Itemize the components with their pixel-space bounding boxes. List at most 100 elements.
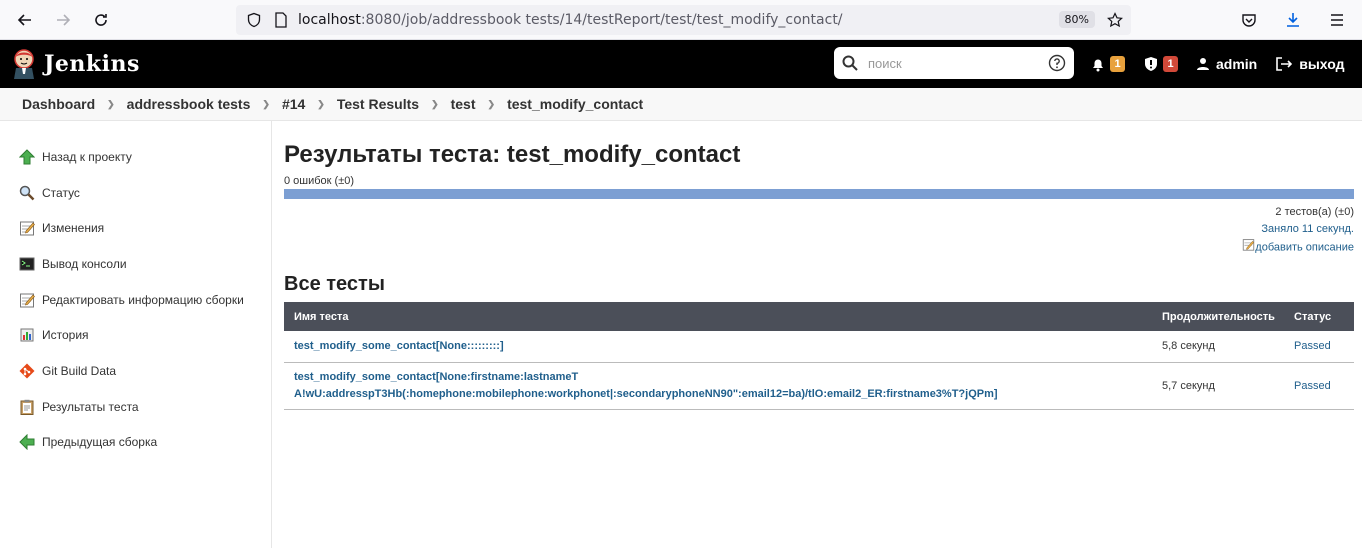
breadcrumb-test-results[interactable]: Test Results: [337, 96, 419, 112]
url-path: :8080/job/addressbook tests/14/testRepor…: [360, 12, 843, 28]
test-name-cell: test_modify_some_contact[None:::::::::]: [284, 331, 1152, 363]
back-arrow-icon: [17, 13, 31, 26]
reload-button[interactable]: [86, 5, 116, 35]
column-header-duration[interactable]: Продолжительность: [1152, 302, 1284, 331]
history-icon: [18, 326, 36, 344]
browser-toolbar: localhost:8080/job/addressbook tests/14/…: [0, 0, 1362, 40]
sidebar-item-history[interactable]: История: [0, 317, 271, 353]
clipboard-icon: [18, 398, 36, 416]
result-summary: 2 тестов(а) (±0) Заняло 11 секунд. добав…: [284, 204, 1354, 257]
notifications-button[interactable]: 1: [1090, 56, 1125, 72]
sidebar-item-label: Вывод консоли: [42, 256, 127, 271]
table-header-row: Имя теста Продолжительность Статус: [284, 302, 1354, 331]
sidebar-item-back-to-project[interactable]: Назад к проекту: [0, 139, 271, 175]
jenkins-header: Jenkins 1 1 admin выход: [0, 40, 1362, 88]
user-icon: [1197, 58, 1209, 70]
back-button[interactable]: [10, 5, 40, 35]
notifications-badge: 1: [1110, 56, 1125, 72]
download-icon: [1287, 13, 1299, 27]
help-icon[interactable]: [1048, 54, 1066, 72]
sidebar-item-git-build-data[interactable]: Git Build Data: [0, 353, 271, 389]
breadcrumb-job[interactable]: addressbook tests: [127, 96, 251, 112]
breadcrumb-separator-icon: ❯: [262, 98, 270, 109]
zoom-level[interactable]: 80%: [1058, 11, 1095, 28]
logout-icon: [1276, 57, 1293, 71]
left-arrow-icon: [18, 433, 36, 451]
duration-link[interactable]: Заняло 11 секунд.: [1261, 223, 1354, 235]
sidebar-item-label: Результаты теста: [42, 399, 139, 414]
header-actions: 1 1 admin выход: [1090, 40, 1362, 88]
downloads-button[interactable]: [1278, 5, 1308, 35]
sidebar-item-label: Статус: [42, 185, 80, 200]
breadcrumb-package[interactable]: test: [451, 96, 476, 112]
breadcrumb-separator-icon: ❯: [487, 98, 496, 109]
address-bar[interactable]: localhost:8080/job/addressbook tests/14/…: [236, 5, 1131, 35]
column-header-test-name[interactable]: Имя теста: [284, 302, 1152, 331]
jenkins-butler-icon: [14, 49, 34, 79]
sidebar: Назад к проекту Статус Изменения Вывод к…: [0, 121, 272, 548]
sidebar-item-previous-build[interactable]: Предыдущая сборка: [0, 425, 271, 461]
logout-label: выход: [1299, 56, 1345, 72]
logout-button[interactable]: выход: [1275, 56, 1345, 72]
sidebar-item-label: Предыдущая сборка: [42, 435, 158, 450]
search-icon: [842, 55, 858, 71]
bookmark-star-icon[interactable]: [1107, 12, 1123, 28]
security-badge: 1: [1163, 56, 1178, 72]
sidebar-item-test-results[interactable]: Результаты теста: [0, 389, 271, 425]
duration-cell: 5,8 секунд: [1152, 331, 1284, 363]
search-input[interactable]: [868, 55, 1038, 71]
security-button[interactable]: 1: [1143, 56, 1178, 72]
table-row: test_modify_some_contact[None:firstname:…: [284, 362, 1354, 410]
up-arrow-icon: [18, 148, 36, 166]
terminal-icon: [18, 255, 36, 273]
browser-right-tools: [1234, 5, 1352, 35]
user-menu[interactable]: admin: [1196, 56, 1257, 72]
forward-arrow-icon: [57, 13, 71, 26]
url-host: localhost: [298, 12, 361, 28]
jenkins-logo[interactable]: Jenkins: [12, 48, 140, 80]
test-result-bar: [284, 189, 1354, 199]
jenkins-logo-text: Jenkins: [44, 51, 140, 77]
page-icon: [275, 12, 287, 28]
notepad-icon: [18, 291, 36, 309]
hamburger-menu-icon: [1331, 14, 1343, 26]
notepad-icon: [18, 219, 36, 237]
security-shield-icon: [1145, 57, 1157, 71]
bell-icon: [1093, 59, 1103, 72]
pocket-button[interactable]: [1234, 5, 1264, 35]
breadcrumb-build[interactable]: #14: [282, 96, 305, 112]
breadcrumb-separator-icon: ❯: [107, 98, 115, 109]
sidebar-item-label: История: [42, 328, 89, 343]
user-name: admin: [1216, 56, 1258, 72]
column-header-status[interactable]: Статус: [1284, 302, 1354, 331]
test-name-line: A!wU:addresspT3Hb(:homephone:mobilephone…: [294, 387, 998, 400]
breadcrumb-current[interactable]: test_modify_contact: [507, 96, 643, 112]
failure-count: 0 ошибок (±0): [284, 175, 355, 187]
page-title: Результаты теста: test_modify_contact: [284, 141, 741, 168]
magnifier-icon: [18, 184, 36, 202]
add-description-link[interactable]: добавить описание: [1255, 241, 1354, 253]
test-name-link[interactable]: test_modify_some_contact[None:::::::::]: [294, 340, 504, 352]
status-cell: Passed: [1284, 331, 1354, 363]
sidebar-item-status[interactable]: Статус: [0, 175, 271, 211]
forward-button[interactable]: [48, 5, 78, 35]
edit-description-icon: [1242, 238, 1255, 257]
sidebar-item-console-output[interactable]: Вывод консоли: [0, 246, 271, 282]
breadcrumb-dashboard[interactable]: Dashboard: [22, 96, 95, 112]
pocket-icon: [1242, 14, 1256, 27]
tests-table: Имя теста Продолжительность Статус test_…: [284, 302, 1354, 410]
all-tests-title: Все тесты: [284, 273, 385, 295]
table-row: test_modify_some_contact[None:::::::::] …: [284, 331, 1354, 363]
sidebar-item-label: Редактировать информацию сборки: [42, 292, 244, 307]
breadcrumb-separator-icon: ❯: [431, 98, 439, 109]
sidebar-item-edit-build-info[interactable]: Редактировать информацию сборки: [0, 282, 271, 318]
menu-button[interactable]: [1322, 5, 1352, 35]
search-box: [834, 47, 1074, 79]
duration-cell: 5,7 секунд: [1152, 362, 1284, 410]
breadcrumb-separator-icon: ❯: [317, 98, 325, 109]
sidebar-item-label: Изменения: [42, 221, 105, 236]
breadcrumb: Dashboard ❯ addressbook tests ❯ #14 ❯ Te…: [0, 88, 1362, 121]
sidebar-item-changes[interactable]: Изменения: [0, 210, 271, 246]
test-name-link[interactable]: test_modify_some_contact[None:firstname:…: [294, 371, 998, 400]
test-name-cell: test_modify_some_contact[None:firstname:…: [284, 362, 1152, 410]
